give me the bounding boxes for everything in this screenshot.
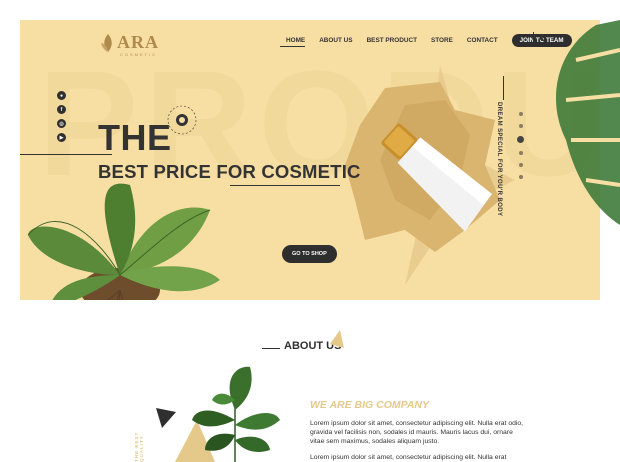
about-title-rule	[262, 348, 280, 349]
slider-dot[interactable]	[518, 175, 523, 179]
slider-dot[interactable]	[518, 151, 523, 155]
main-nav: HOME ABOUT US BEST PRODUCT STORE CONTACT…	[279, 34, 572, 47]
slider-dot-active[interactable]	[517, 136, 524, 143]
facebook-icon[interactable]: f	[57, 105, 66, 114]
brand-tagline: COSMETIC	[120, 52, 158, 57]
instagram-icon[interactable]: ◎	[57, 119, 66, 128]
brand-logo[interactable]: ARA COSMETIC	[100, 32, 159, 57]
potted-plant-image	[192, 366, 280, 462]
nav-item-home[interactable]: HOME	[279, 37, 306, 47]
nav-item-best-product[interactable]: BEST PRODUCT	[367, 37, 417, 44]
slider-dots	[517, 112, 524, 187]
nav-item-about-us[interactable]: ABOUT US	[319, 37, 352, 44]
about-paragraph-2: Lorem ipsum dolor sit amet, consectetur …	[310, 454, 507, 461]
monstera-leaf-image	[556, 20, 620, 225]
hero-title-underline	[230, 185, 340, 186]
vertical-text-rule	[503, 76, 504, 100]
nav-item-contact[interactable]: CONTACT	[467, 37, 498, 44]
nav-divider	[533, 32, 534, 44]
leaf-logo-icon	[101, 33, 112, 52]
cosmetic-tube-image	[381, 123, 492, 232]
user-icon[interactable]: ●	[57, 91, 66, 100]
about-paragraph-1: Lorem ipsum dolor sit amet, consectetur …	[310, 420, 524, 445]
hero-title-rule	[20, 154, 112, 155]
social-links: ● f ◎ ▶	[57, 91, 66, 147]
plant-image	[27, 183, 220, 300]
hero-section: PRODU ARA COSMETIC HOME ABOUT US BEST PR…	[20, 20, 600, 300]
hero-vertical-text: DREAM SPECIAL FOR YOU'R BODY	[496, 102, 502, 217]
triangle-decoration	[330, 330, 344, 348]
brand-name: ARA	[117, 32, 159, 52]
nav-item-store[interactable]: STORE	[431, 37, 453, 44]
about-section: ABOUT US THE BEST QUALITY WE ARE BIG COM…	[20, 300, 600, 462]
slider-dot[interactable]	[518, 124, 523, 128]
slider-dot[interactable]	[518, 163, 523, 167]
company-heading: WE ARE BIG COMPANY	[310, 399, 430, 411]
slider-dot[interactable]	[518, 112, 523, 116]
hero-title-line1: THE	[98, 117, 172, 158]
triangle-decoration	[156, 408, 176, 428]
side-vertical-text: THE BEST QUALITY	[134, 431, 144, 462]
go-to-shop-button[interactable]: GO TO SHOP	[282, 245, 337, 263]
youtube-icon[interactable]: ▶	[57, 133, 66, 142]
